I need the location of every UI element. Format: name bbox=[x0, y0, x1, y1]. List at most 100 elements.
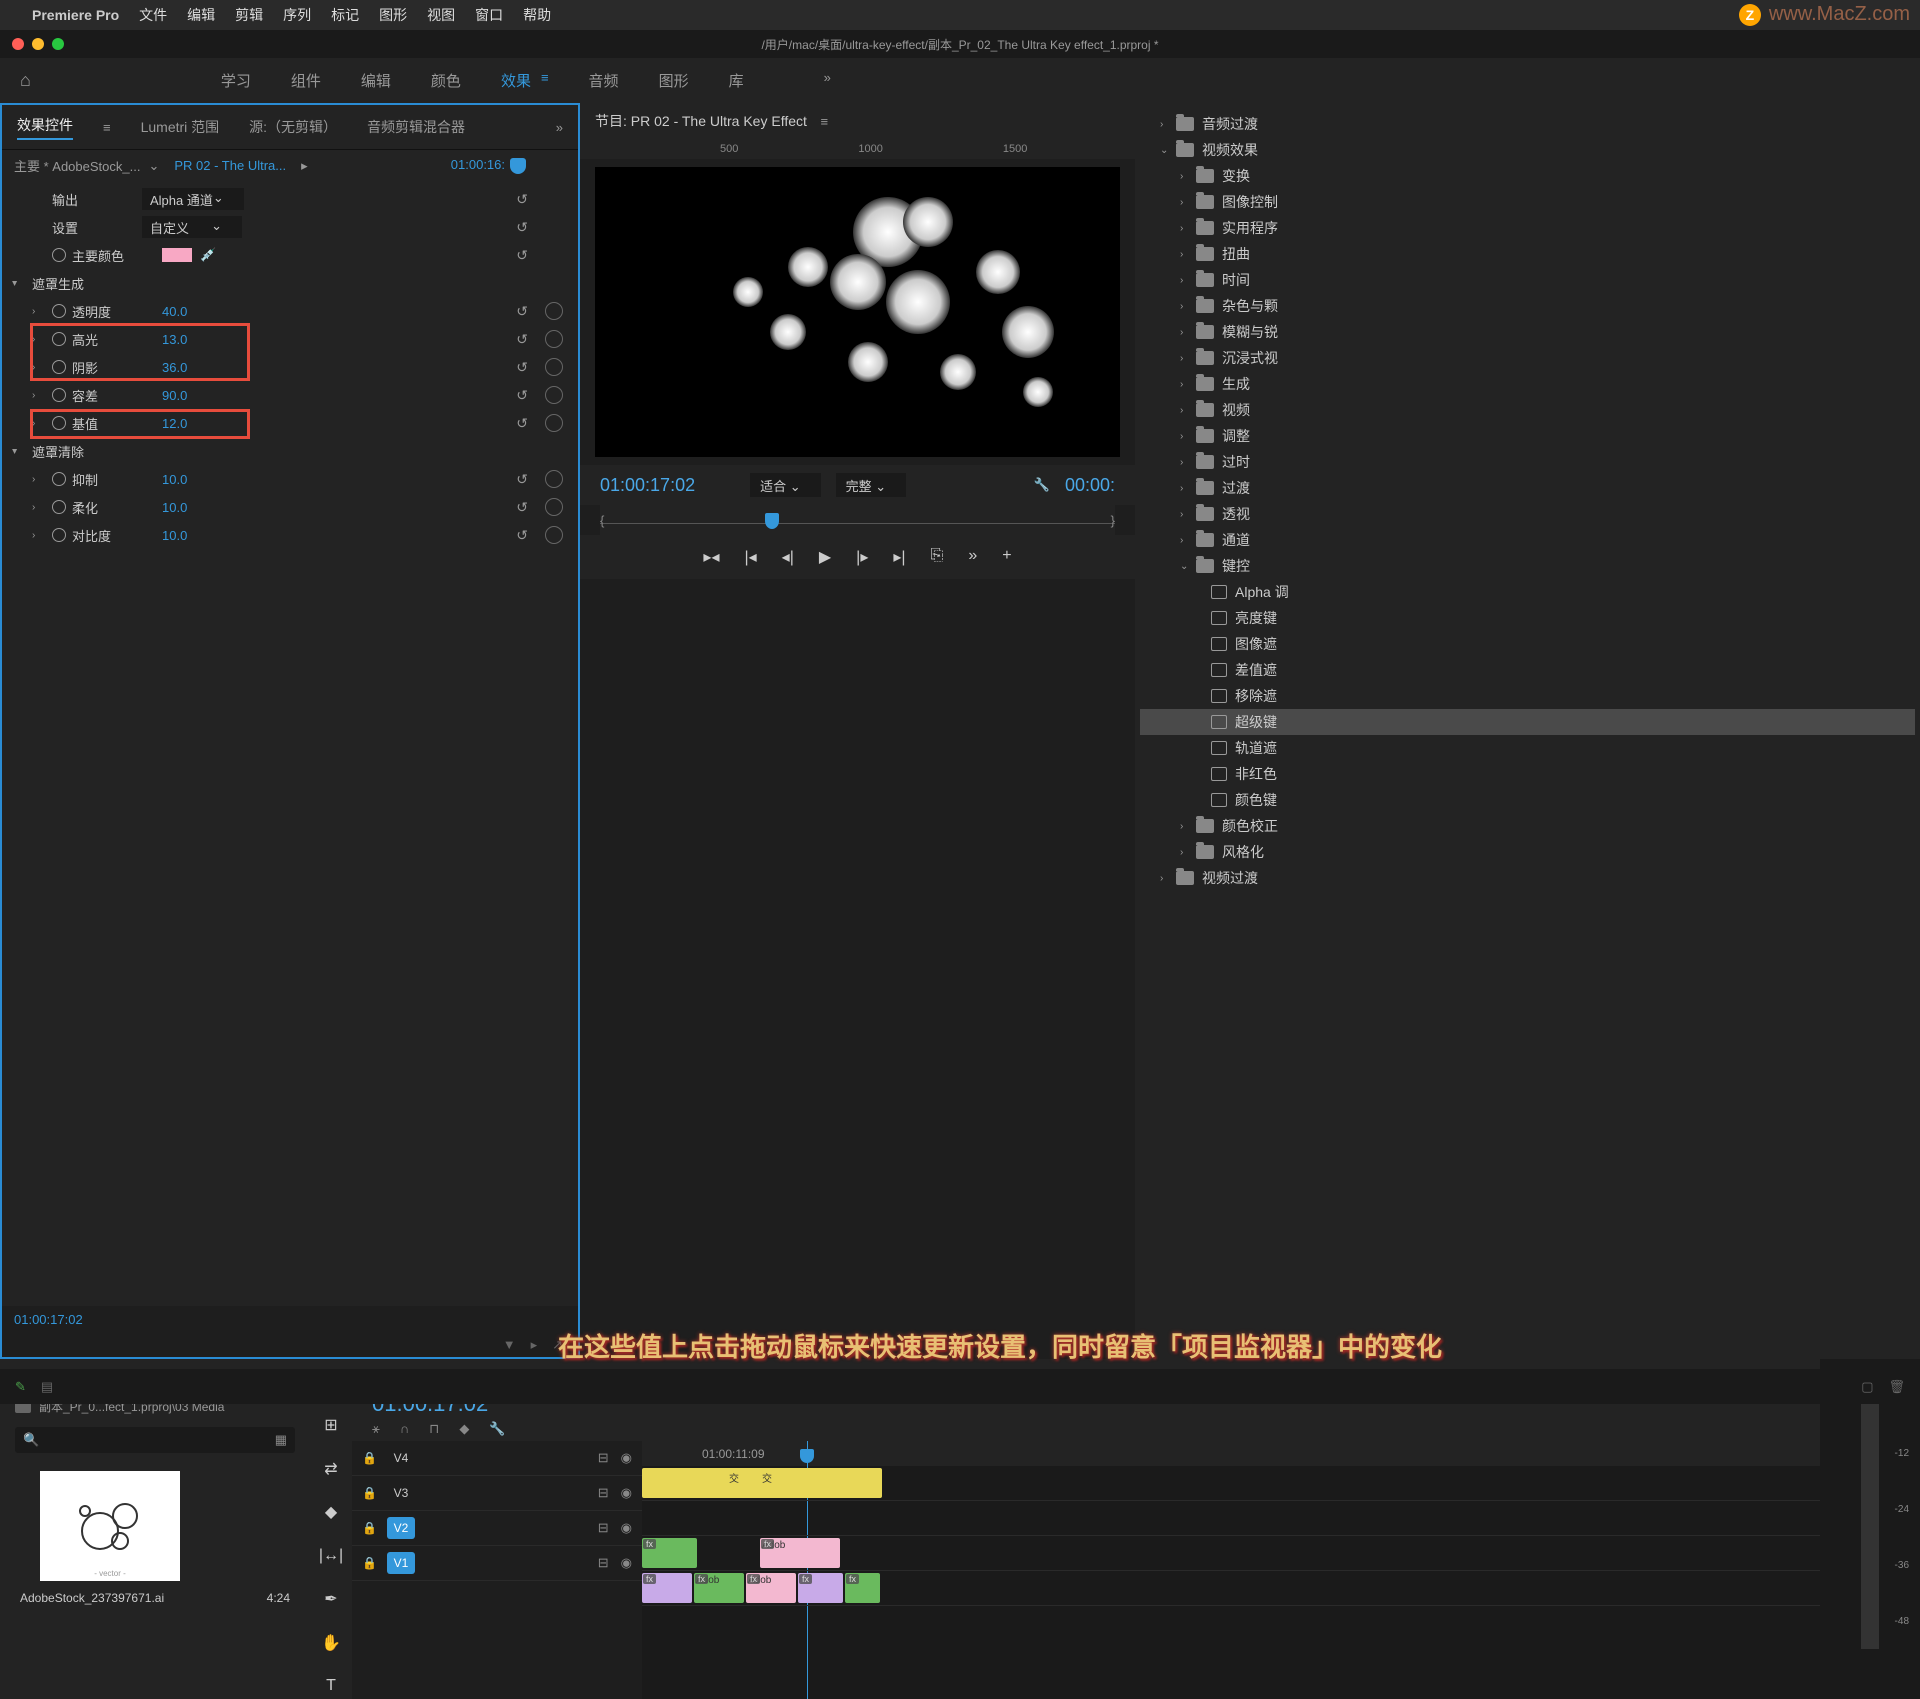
expand-icon[interactable]: ▸ bbox=[9, 280, 20, 285]
effects-tree-item[interactable]: ›音频过渡 bbox=[1140, 111, 1915, 137]
reset-icon[interactable]: ↺ bbox=[516, 527, 528, 544]
close-button[interactable] bbox=[12, 38, 24, 50]
program-time[interactable]: 01:00:17:02 bbox=[600, 475, 695, 496]
mark-in-icon[interactable]: ▸◂ bbox=[703, 547, 719, 567]
sync-icon[interactable]: ⊟ bbox=[598, 1485, 609, 1501]
effects-tree-item[interactable]: 超级键 bbox=[1140, 709, 1915, 735]
color-swatch[interactable] bbox=[162, 248, 192, 262]
param-value[interactable]: 12.0 bbox=[162, 416, 187, 431]
fit-select[interactable]: 适合 ⌄ bbox=[750, 473, 821, 497]
lock-icon[interactable]: 🔒 bbox=[362, 1556, 377, 1570]
add-icon[interactable]: + bbox=[1002, 547, 1011, 567]
tab-source[interactable]: 源:（无剪辑） bbox=[249, 117, 337, 137]
maximize-button[interactable] bbox=[52, 38, 64, 50]
effects-tree-item[interactable]: 移除遮 bbox=[1140, 683, 1915, 709]
effects-tree-item[interactable]: 颜色键 bbox=[1140, 787, 1915, 813]
effects-tree-item[interactable]: 非红色 bbox=[1140, 761, 1915, 787]
wrench-icon[interactable]: 🔧 bbox=[489, 1421, 505, 1437]
audio-meter[interactable]: 0 -12 -24 -36 -48 bbox=[1861, 1369, 1879, 1649]
stopwatch-icon[interactable] bbox=[52, 472, 66, 486]
menu-view[interactable]: 视图 bbox=[427, 5, 455, 25]
more-icon[interactable]: » bbox=[968, 547, 977, 567]
effects-tree-item[interactable]: ›图像控制 bbox=[1140, 189, 1915, 215]
clip[interactable] bbox=[642, 1573, 692, 1603]
keyframe-icon[interactable] bbox=[545, 358, 563, 376]
reset-icon[interactable]: ↺ bbox=[516, 247, 528, 264]
play-icon[interactable]: ▸ bbox=[301, 158, 308, 174]
marker-icon[interactable]: ◆ bbox=[459, 1421, 469, 1437]
effects-tree-item[interactable]: 图像遮 bbox=[1140, 631, 1915, 657]
trash-icon[interactable]: 🗑 bbox=[1888, 1379, 1905, 1395]
export-frame-icon[interactable]: ⎘ bbox=[931, 547, 944, 567]
effects-tree-item[interactable]: ›颜色校正 bbox=[1140, 813, 1915, 839]
track-v4[interactable]: V4 bbox=[387, 1447, 415, 1469]
sync-icon[interactable]: ⊟ bbox=[598, 1450, 609, 1466]
effects-tree-item[interactable]: ›变换 bbox=[1140, 163, 1915, 189]
lock-icon[interactable]: 🔒 bbox=[362, 1451, 377, 1465]
stopwatch-icon[interactable] bbox=[52, 248, 66, 262]
goto-in-icon[interactable]: |◂ bbox=[744, 547, 756, 567]
keyframe-icon[interactable] bbox=[545, 386, 563, 404]
effects-tree-item[interactable]: ›风格化 bbox=[1140, 839, 1915, 865]
razor-tool[interactable]: ◆ bbox=[318, 1500, 344, 1526]
keyframe-icon[interactable] bbox=[545, 330, 563, 348]
snap-icon[interactable]: ⚹ bbox=[372, 1421, 380, 1437]
type-tool[interactable]: T bbox=[318, 1674, 344, 1699]
effects-tree-item[interactable]: ⌄视频效果 bbox=[1140, 137, 1915, 163]
keyframe-icon[interactable] bbox=[545, 302, 563, 320]
effects-tree-item[interactable]: ›扭曲 bbox=[1140, 241, 1915, 267]
menu-window[interactable]: 窗口 bbox=[475, 5, 503, 25]
ws-tab-library[interactable]: 库 bbox=[729, 70, 744, 91]
effects-tree-item[interactable]: ›时间 bbox=[1140, 267, 1915, 293]
quality-select[interactable]: 完整 ⌄ bbox=[836, 473, 907, 497]
sync-icon[interactable]: ⊟ bbox=[598, 1520, 609, 1536]
ws-tab-learn[interactable]: 学习 bbox=[221, 70, 251, 91]
param-value[interactable]: 10.0 bbox=[162, 472, 187, 487]
panel-more-icon[interactable]: » bbox=[556, 120, 563, 135]
track-v1[interactable]: V1 bbox=[387, 1552, 415, 1574]
effects-tree-item[interactable]: ›模糊与锐 bbox=[1140, 319, 1915, 345]
effects-tree-item[interactable]: 差值遮 bbox=[1140, 657, 1915, 683]
clip[interactable]: Adob bbox=[760, 1538, 840, 1568]
reset-icon[interactable]: ↺ bbox=[516, 415, 528, 432]
menu-file[interactable]: 文件 bbox=[139, 5, 167, 25]
ws-tab-color[interactable]: 颜色 bbox=[431, 70, 461, 91]
effects-tree-item[interactable]: ›透视 bbox=[1140, 501, 1915, 527]
ec-clip-label[interactable]: PR 02 - The Ultra... bbox=[174, 158, 286, 173]
home-icon[interactable]: ⌂ bbox=[20, 70, 31, 91]
ec-source-label[interactable]: 主要 * AdobeStock_... bbox=[14, 156, 140, 175]
lock-icon[interactable]: 🔒 bbox=[362, 1521, 377, 1535]
param-value[interactable]: 10.0 bbox=[162, 528, 187, 543]
stopwatch-icon[interactable] bbox=[52, 304, 66, 318]
track-v3[interactable]: V3 bbox=[387, 1482, 415, 1504]
ws-tab-menu-icon[interactable]: ≡ bbox=[541, 70, 549, 91]
ws-tab-effects[interactable]: 效果 bbox=[501, 70, 531, 91]
reset-icon[interactable]: ↺ bbox=[516, 387, 528, 404]
effects-tree-item[interactable]: ›视频 bbox=[1140, 397, 1915, 423]
stopwatch-icon[interactable] bbox=[52, 360, 66, 374]
effects-tree-item[interactable]: ›杂色与颗 bbox=[1140, 293, 1915, 319]
clip[interactable]: 交 bbox=[760, 1468, 785, 1498]
output-select[interactable]: Alpha 通道 ⌄ bbox=[142, 188, 244, 210]
program-scrubber[interactable]: { } bbox=[600, 505, 1115, 535]
effects-tree-item[interactable]: ›调整 bbox=[1140, 423, 1915, 449]
menu-graphics[interactable]: 图形 bbox=[379, 5, 407, 25]
step-fwd-icon[interactable]: |▸ bbox=[856, 547, 868, 567]
expand-icon[interactable]: ▸ bbox=[9, 448, 20, 453]
clip[interactable] bbox=[845, 1573, 880, 1603]
keyframe-icon[interactable] bbox=[545, 470, 563, 488]
menu-help[interactable]: 帮助 bbox=[523, 5, 551, 25]
timeline-content[interactable]: 01:00:11:09 交交 Adob Adob Adob bbox=[642, 1441, 1820, 1699]
effects-tree-item[interactable]: ›视频过渡 bbox=[1140, 865, 1915, 891]
wrench-icon[interactable]: 🔧 bbox=[1034, 477, 1050, 493]
program-monitor-viewport[interactable] bbox=[595, 167, 1120, 457]
clip[interactable]: Adob bbox=[694, 1573, 744, 1603]
setting-select[interactable]: 自定义 ⌄ bbox=[142, 216, 242, 238]
effects-tree-item[interactable]: Alpha 调 bbox=[1140, 579, 1915, 605]
ws-tab-audio[interactable]: 音频 bbox=[589, 70, 619, 91]
effects-tree-item[interactable]: ›过渡 bbox=[1140, 475, 1915, 501]
eye-icon[interactable]: ◉ bbox=[621, 1450, 632, 1466]
menu-sequence[interactable]: 序列 bbox=[283, 5, 311, 25]
effects-tree-item[interactable]: 亮度键 bbox=[1140, 605, 1915, 631]
reset-icon[interactable]: ↺ bbox=[516, 359, 528, 376]
